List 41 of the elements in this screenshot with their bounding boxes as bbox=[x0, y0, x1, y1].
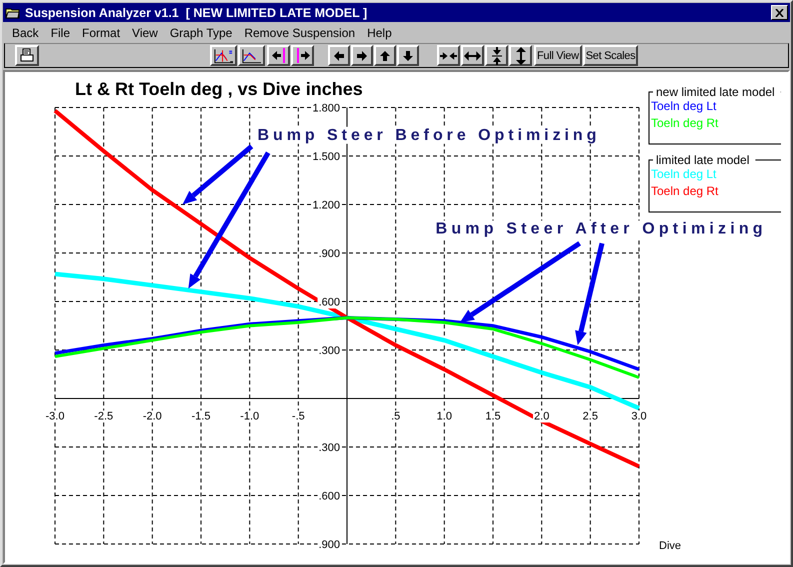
menu-item[interactable]: File bbox=[44, 26, 76, 40]
toolbar-button[interactable]: Set Scales bbox=[582, 45, 638, 66]
axis-label: -2.5 bbox=[94, 410, 114, 422]
axis-label: 3.0 bbox=[631, 410, 647, 422]
axis-label: 1.500 bbox=[312, 151, 340, 163]
menu-item[interactable]: Graph Type bbox=[164, 26, 238, 40]
axis-label: 2.5 bbox=[582, 410, 598, 422]
axis-label: 2.0 bbox=[534, 410, 550, 422]
axis-label: 1.0 bbox=[436, 410, 452, 422]
menu-item[interactable]: Format bbox=[76, 26, 126, 40]
axis-label: 1.200 bbox=[312, 200, 340, 212]
annotation: Bump Steer Before Optimizing bbox=[257, 126, 596, 144]
toolbar-button[interactable]: Full View bbox=[534, 45, 582, 66]
legend-entry: Toeln deg Lt bbox=[651, 167, 716, 181]
axis-label: -3.0 bbox=[46, 410, 64, 422]
axis-label: .300 bbox=[318, 442, 340, 454]
menu-item[interactable]: View bbox=[126, 26, 164, 40]
annotation: Bump Steer After Optimizing bbox=[436, 220, 763, 238]
axis-label: 1.5 bbox=[485, 410, 501, 422]
axis-label: .900 bbox=[318, 539, 340, 551]
axis-label: .300 bbox=[318, 345, 340, 357]
axis-label: 1.800 bbox=[312, 102, 340, 114]
axis-label: -1.0 bbox=[240, 410, 260, 422]
axis-label: .600 bbox=[318, 296, 340, 308]
legend-entry: Toeln deg Rt bbox=[651, 184, 718, 198]
menu-item[interactable]: Remove Suspension bbox=[238, 26, 362, 40]
menu-item[interactable]: Back bbox=[6, 26, 45, 40]
axis-label: -.5 bbox=[292, 410, 305, 422]
axis-label: -1.5 bbox=[192, 410, 210, 422]
window-title: Suspension Analyzer v1.1 [ NEW LIMITED LATE MODEL ] bbox=[25, 6, 368, 20]
axis-title: Dive bbox=[659, 540, 682, 552]
axis-label: .600 bbox=[318, 490, 340, 502]
legend-title: new limited late model bbox=[656, 85, 775, 99]
legend-entry: Toeln deg Rt bbox=[651, 116, 718, 130]
axis-label: .900 bbox=[318, 248, 340, 260]
axis-label: -2.0 bbox=[142, 410, 162, 422]
axis-label: .5 bbox=[391, 410, 400, 422]
legend-entry: Toeln deg Lt bbox=[651, 99, 716, 113]
menu-item[interactable]: Help bbox=[361, 26, 398, 40]
legend-title: limited late model bbox=[656, 153, 750, 167]
chart-title: Lt & Rt Toeln deg , vs Dive inches bbox=[75, 79, 363, 99]
